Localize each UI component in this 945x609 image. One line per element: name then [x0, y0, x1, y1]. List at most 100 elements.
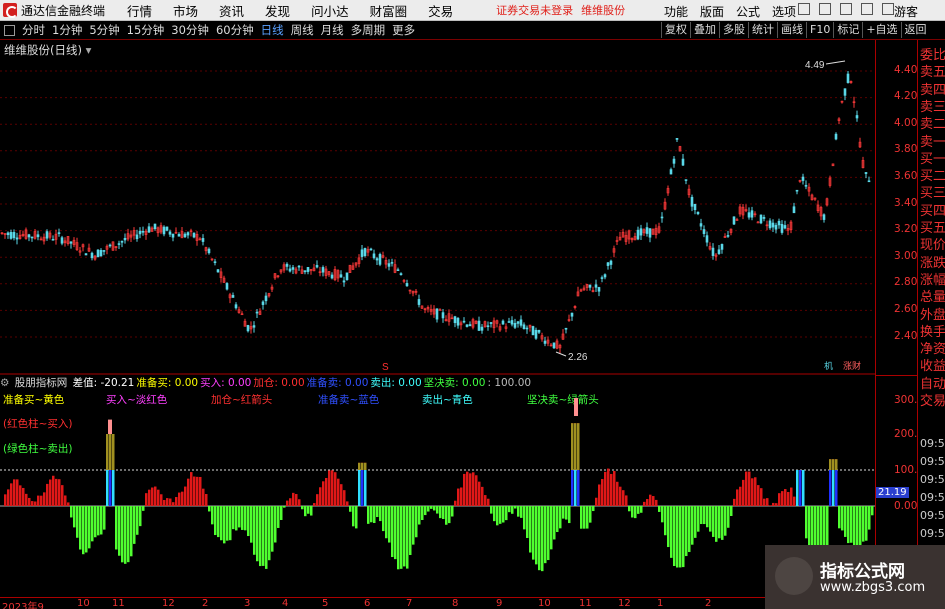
button-multi-stock[interactable]: 多股: [719, 22, 748, 38]
sell-bar: [631, 506, 634, 518]
user-icon[interactable]: [840, 3, 852, 15]
stock-period-label[interactable]: 维维股份(日线) ▾: [4, 42, 91, 58]
buy-bar: [34, 501, 37, 506]
skin-icon[interactable]: [798, 3, 810, 15]
period-60min[interactable]: 60分钟: [216, 22, 254, 38]
sell-bar: [403, 506, 406, 567]
price-tick: 3.00: [894, 250, 918, 262]
candle-body: [405, 283, 409, 287]
buy-bar: [292, 492, 295, 506]
period-more[interactable]: 更多: [392, 22, 415, 38]
buy-bar: [322, 481, 325, 506]
sell-bar: [451, 506, 454, 517]
candle-body: [867, 180, 871, 183]
period-5min[interactable]: 5分钟: [89, 22, 119, 38]
sell-bar: [229, 506, 232, 541]
mail-icon[interactable]: [819, 3, 831, 15]
price-tick: 3.20: [894, 223, 918, 235]
buy-bar: [286, 500, 289, 506]
candle-body: [345, 272, 349, 281]
sell-bar: [505, 506, 508, 521]
sell-bar: [70, 506, 73, 518]
buy-bar: [472, 472, 475, 506]
login-status[interactable]: 证券交易未登录: [496, 2, 573, 18]
period-15min[interactable]: 15分钟: [127, 22, 165, 38]
sell-bar: [238, 506, 241, 528]
sell-bar: [685, 506, 688, 557]
buy-bar: [793, 496, 796, 506]
candle-body: [513, 323, 517, 328]
menu-item-quotes[interactable]: 行情: [127, 1, 152, 20]
guest-label[interactable]: 游客: [894, 3, 918, 20]
period-30min[interactable]: 30分钟: [171, 22, 209, 38]
candle-body: [501, 320, 505, 325]
candle-body: [774, 224, 778, 230]
candle-body: [51, 238, 55, 241]
period-daily[interactable]: 日线: [261, 22, 284, 38]
candle-body: [57, 232, 61, 234]
sell-bar: [424, 506, 427, 516]
candle-body: [771, 222, 775, 228]
menu-item-formula[interactable]: 公式: [736, 3, 760, 20]
candlestick-chart[interactable]: 4.49 2.26 S 机涨财: [0, 40, 875, 375]
candle-body: [717, 249, 721, 254]
candle-body: [216, 269, 220, 273]
menu-item-layout[interactable]: 版面: [700, 3, 724, 20]
period-monthly[interactable]: 月线: [321, 22, 344, 38]
buy-bar: [745, 471, 748, 506]
minimize-icon[interactable]: [882, 3, 894, 15]
toolbar-toggle-icon[interactable]: [4, 24, 15, 36]
sell-signal-bar: [112, 470, 115, 506]
button-f10[interactable]: F10: [806, 22, 833, 38]
buy-bar: [4, 494, 7, 506]
menu-item-options[interactable]: 选项: [772, 3, 796, 20]
menu-item-news[interactable]: 资讯: [219, 1, 244, 20]
sell-bar: [730, 506, 733, 517]
price-tick: 2.40: [894, 330, 918, 342]
menu-item-ask[interactable]: 问小达: [311, 1, 349, 20]
sell-bar: [91, 506, 94, 542]
menu-item-trade[interactable]: 交易: [428, 1, 453, 20]
sell-bar: [718, 506, 721, 539]
candle-body: [372, 253, 376, 259]
sell-bar: [712, 506, 715, 537]
buy-bar: [478, 481, 481, 506]
sell-bar: [124, 506, 127, 564]
sell-bar: [640, 506, 643, 513]
period-1min[interactable]: 1分钟: [52, 22, 82, 38]
quote-label: 交易: [920, 394, 945, 409]
chevron-down-icon[interactable]: ▾: [86, 43, 92, 57]
button-stats[interactable]: 统计: [748, 22, 777, 38]
sell-bar: [142, 506, 145, 511]
buy-bar: [40, 495, 43, 506]
sell-signal-bar: [571, 470, 574, 506]
menu-item-market[interactable]: 市场: [173, 1, 198, 20]
period-intraday[interactable]: 分时: [22, 22, 45, 38]
period-multi[interactable]: 多周期: [351, 22, 386, 38]
sell-bar: [520, 506, 523, 518]
indicator-chart[interactable]: [0, 373, 875, 597]
quote-label: 卖一: [920, 134, 945, 150]
button-add-watch[interactable]: +自选: [862, 22, 900, 38]
candle-body: [795, 189, 799, 192]
button-back[interactable]: 返回: [900, 22, 930, 38]
button-mark[interactable]: 标记: [833, 22, 862, 38]
menu-item-function[interactable]: 功能: [664, 3, 688, 20]
time-tick: 3: [244, 598, 251, 609]
buy-bar: [469, 473, 472, 506]
sell-bar: [394, 506, 397, 560]
sell-bar: [628, 506, 631, 512]
menu-item-discover[interactable]: 发现: [265, 1, 290, 20]
candle-body: [456, 317, 460, 326]
buy-bar: [193, 476, 196, 506]
button-adjust[interactable]: 复权: [661, 22, 690, 38]
menu-icon[interactable]: [861, 3, 873, 15]
buy-bar: [31, 501, 34, 506]
menu-item-wealth[interactable]: 财富圈: [370, 1, 408, 20]
sell-bar: [232, 506, 235, 530]
button-overlay[interactable]: 叠加: [690, 22, 719, 38]
button-draw[interactable]: 画线: [777, 22, 806, 38]
buy-bar: [289, 498, 292, 506]
buy-bar: [61, 485, 64, 506]
period-weekly[interactable]: 周线: [291, 22, 314, 38]
